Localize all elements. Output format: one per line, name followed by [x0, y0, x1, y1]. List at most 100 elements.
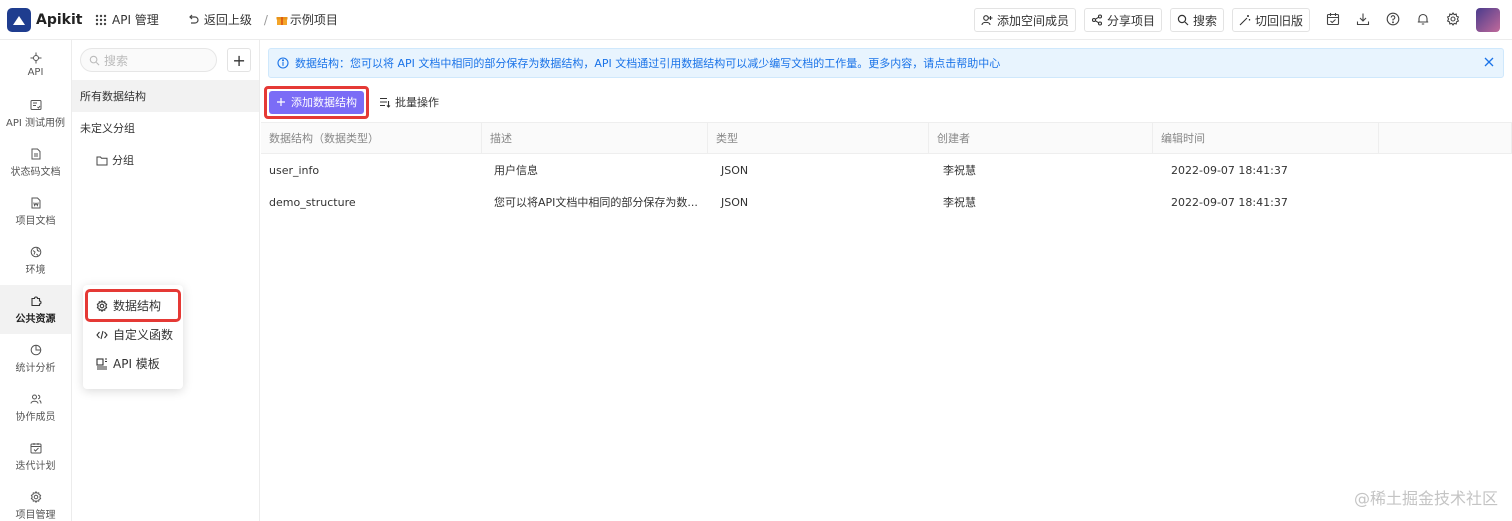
table-row[interactable]: demo_structure 您可以将API文档中相同的部分保存为数... JS…: [261, 186, 1512, 218]
add-member-button[interactable]: 添加空间成员: [973, 8, 1076, 32]
rail-item-label: 项目文档: [15, 215, 56, 227]
add-group-button[interactable]: +: [227, 48, 251, 72]
rail-item-project-management[interactable]: 项目管理: [0, 481, 71, 521]
magic-wand-icon: [1239, 14, 1251, 26]
rail-item-api[interactable]: API: [0, 40, 71, 89]
add-member-label: 添加空间成员: [996, 13, 1069, 28]
info-banner: 数据结构：您可以将 API 文档中相同的部分保存为数据结构，API 文档通过引用…: [268, 48, 1504, 78]
project-name: 示例项目: [289, 13, 338, 27]
test-case-icon: [30, 99, 42, 111]
rail-item-label: API: [27, 66, 44, 78]
top-header: Apikit API 管理 返回上级 / 示例项目 添加空间成员 分享项目 搜索…: [0, 0, 1512, 40]
popup-item-api-template[interactable]: API 模板: [83, 349, 183, 378]
cell-structure-name: user_info: [269, 163, 320, 177]
word-doc-icon: [30, 197, 42, 209]
switch-old-version-button[interactable]: 切回旧版: [1231, 8, 1310, 32]
batch-operation-button[interactable]: 批量操作: [375, 90, 443, 114]
app-name: Apikit: [36, 11, 83, 28]
folder-icon: [96, 155, 108, 166]
cell-edit-time: 2022-09-07 18:41:37: [1171, 163, 1288, 177]
sidebar-search-input[interactable]: 搜索: [80, 48, 218, 72]
add-button-highlight: 添加数据结构: [264, 85, 369, 119]
popup-item-label: 数据结构: [113, 299, 162, 313]
cell-type: JSON: [721, 195, 749, 209]
column-header-creator: 创建者: [929, 123, 1153, 153]
share-label: 分享项目: [1106, 13, 1155, 28]
calendar-check-button[interactable]: [1318, 0, 1348, 40]
bell-icon: [1416, 12, 1430, 29]
notification-button[interactable]: [1408, 0, 1438, 40]
project-breadcrumb[interactable]: 示例项目: [276, 11, 338, 28]
close-icon[interactable]: [1483, 56, 1495, 68]
share-icon: [1091, 14, 1103, 26]
batch-operation-label: 批量操作: [395, 96, 439, 109]
download-button[interactable]: [1348, 0, 1378, 40]
cell-description: 您可以将API文档中相同的部分保存为数...: [494, 196, 698, 209]
column-header-structure: 数据结构（数据类型）: [261, 123, 482, 153]
api-icon: [30, 52, 42, 64]
search-icon: [89, 55, 100, 66]
cell-creator: 李祝慧: [943, 164, 976, 177]
gift-icon: [276, 14, 288, 26]
gear-icon: [96, 299, 108, 312]
search-placeholder: 搜索: [104, 53, 129, 68]
rail-item-status-code-doc[interactable]: 状态码文档: [0, 138, 71, 187]
tree-item-all-data-structures[interactable]: 所有数据结构: [72, 80, 259, 112]
environment-icon: [30, 246, 42, 258]
data-structure-table: 数据结构（数据类型） 描述 类型 创建者 编辑时间 user_info 用户信息…: [261, 122, 1512, 218]
help-icon: [1386, 12, 1400, 29]
search-button[interactable]: 搜索: [1169, 8, 1224, 32]
rail-item-label: 公共资源: [15, 313, 56, 325]
cell-edit-time: 2022-09-07 18:41:37: [1171, 195, 1288, 209]
rail-item-label: 环境: [25, 264, 46, 276]
help-button[interactable]: [1378, 0, 1408, 40]
gear-icon: [1446, 11, 1460, 29]
calendar-check-icon: [1326, 12, 1340, 29]
table-row[interactable]: user_info 用户信息 JSON 李祝慧 2022-09-07 18:41…: [261, 154, 1512, 186]
user-avatar[interactable]: [1476, 8, 1500, 32]
header-actions: 添加空间成员 分享项目 搜索 切回旧版: [973, 0, 1512, 40]
api-manage-menu[interactable]: API 管理: [95, 11, 159, 28]
rail-item-iteration-plan[interactable]: 迭代计划: [0, 432, 71, 481]
doc-icon: [30, 148, 42, 160]
plus-icon: [276, 97, 286, 107]
rail-item-project-doc[interactable]: 项目文档: [0, 187, 71, 236]
popup-item-label: API 模板: [113, 357, 160, 371]
switch-old-label: 切回旧版: [1254, 13, 1303, 28]
column-header-type: 类型: [708, 123, 929, 153]
popup-item-custom-function[interactable]: 自定义函数: [83, 320, 183, 349]
tree-item-ungrouped[interactable]: 未定义分组: [72, 112, 259, 144]
data-structure-sidebar: 搜索 + 所有数据结构 未定义分组 分组: [72, 40, 260, 521]
rail-item-environment[interactable]: 环境: [0, 236, 71, 285]
app-logo[interactable]: Apikit: [7, 7, 85, 32]
rail-item-api-test-case[interactable]: API 测试用例: [0, 89, 71, 138]
share-project-button[interactable]: 分享项目: [1083, 8, 1162, 32]
pie-chart-icon: [30, 344, 42, 356]
column-header-edit-time: 编辑时间: [1153, 123, 1379, 153]
list-icon: [379, 96, 391, 108]
left-nav-rail: API API 测试用例 状态码文档 项目文档 环境 公共资源 统计分析 协作成…: [0, 40, 72, 521]
rail-item-public-resources[interactable]: 公共资源: [0, 285, 71, 334]
table-header: 数据结构（数据类型） 描述 类型 创建者 编辑时间: [261, 122, 1512, 154]
search-icon: [1177, 14, 1189, 26]
add-data-structure-label: 添加数据结构: [291, 96, 357, 109]
cell-type: JSON: [721, 163, 749, 177]
tree-item-group[interactable]: 分组: [72, 144, 259, 176]
undo-icon: [187, 14, 199, 26]
info-icon: [277, 57, 289, 69]
rail-item-label: 迭代计划: [15, 460, 56, 472]
public-resources-popup-menu: 数据结构 自定义函数 API 模板: [83, 285, 183, 389]
popup-item-data-structure[interactable]: 数据结构: [85, 289, 181, 322]
column-header-actions: [1379, 123, 1512, 153]
rail-item-label: 项目管理: [15, 509, 56, 521]
tree-item-label: 分组: [112, 154, 134, 167]
rail-item-statistics[interactable]: 统计分析: [0, 334, 71, 383]
cell-description: 用户信息: [494, 164, 538, 177]
rail-item-collaborators[interactable]: 协作成员: [0, 383, 71, 432]
add-data-structure-button[interactable]: 添加数据结构: [269, 90, 364, 114]
settings-button[interactable]: [1438, 0, 1468, 40]
calendar-icon: [30, 442, 42, 454]
gear-icon: [30, 490, 42, 503]
cell-structure-name: demo_structure: [269, 195, 356, 209]
back-button[interactable]: 返回上级: [187, 11, 252, 28]
